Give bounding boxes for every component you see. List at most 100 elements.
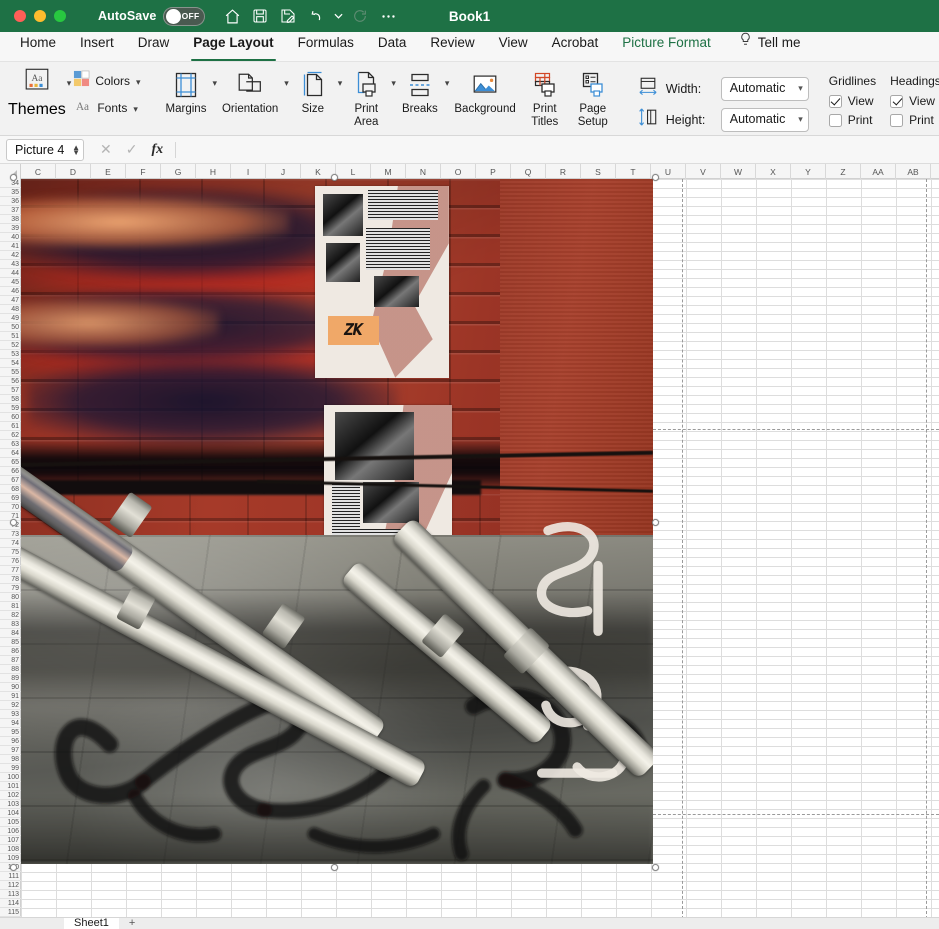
row-header[interactable]: 38 [0, 215, 21, 224]
sheet-tab-sheet1[interactable]: Sheet1 [64, 918, 119, 929]
row-header[interactable]: 89 [0, 674, 21, 683]
margins-button[interactable]: Margins ▾ [161, 66, 217, 118]
row-header[interactable]: 46 [0, 287, 21, 296]
row-header[interactable]: 74 [0, 539, 21, 548]
row-header[interactable]: 45 [0, 278, 21, 287]
tab-picture-format[interactable]: Picture Format [610, 31, 723, 61]
row-header[interactable]: 65 [0, 458, 21, 467]
tab-acrobat[interactable]: Acrobat [540, 31, 611, 61]
spreadsheet-grid[interactable]: ZK C D E F G H I J K L M N O P Q R S T U… [0, 164, 939, 929]
column-header[interactable]: U [651, 164, 686, 179]
row-header[interactable]: 50 [0, 323, 21, 332]
row-header[interactable]: 59 [0, 404, 21, 413]
row-header[interactable]: 83 [0, 620, 21, 629]
column-header[interactable]: N [406, 164, 441, 179]
row-header[interactable]: 80 [0, 593, 21, 602]
save-icon[interactable] [247, 3, 273, 29]
tab-review[interactable]: Review [418, 31, 486, 61]
row-header[interactable]: 68 [0, 485, 21, 494]
row-header[interactable]: 58 [0, 395, 21, 404]
row-header[interactable]: 66 [0, 467, 21, 476]
home-icon[interactable] [219, 3, 245, 29]
row-header[interactable]: 37 [0, 206, 21, 215]
picture-object[interactable]: ZK [15, 179, 653, 864]
row-header[interactable]: 88 [0, 665, 21, 674]
tab-data[interactable]: Data [366, 31, 419, 61]
row-header[interactable]: 34 [0, 179, 21, 188]
select-all-corner[interactable] [0, 164, 21, 179]
row-header[interactable]: 82 [0, 611, 21, 620]
row-header[interactable]: 69 [0, 494, 21, 503]
maximize-window-button[interactable] [54, 10, 66, 22]
row-header[interactable]: 95 [0, 728, 21, 737]
add-sheet-button[interactable]: + [121, 918, 143, 929]
column-header[interactable]: AA [861, 164, 896, 179]
row-header[interactable]: 115 [0, 908, 21, 917]
column-header[interactable]: G [161, 164, 196, 179]
row-header[interactable]: 87 [0, 656, 21, 665]
column-header[interactable]: C [21, 164, 56, 179]
column-header[interactable]: D [56, 164, 91, 179]
minimize-window-button[interactable] [34, 10, 46, 22]
row-header[interactable]: 62 [0, 431, 21, 440]
column-header[interactable]: I [231, 164, 266, 179]
row-header[interactable]: 76 [0, 557, 21, 566]
row-header[interactable]: 49 [0, 314, 21, 323]
tab-page-layout[interactable]: Page Layout [181, 31, 285, 61]
row-header[interactable]: 85 [0, 638, 21, 647]
row-header[interactable]: 52 [0, 341, 21, 350]
column-header[interactable]: F [126, 164, 161, 179]
row-header[interactable]: 35 [0, 188, 21, 197]
tab-draw[interactable]: Draw [126, 31, 182, 61]
column-header[interactable]: H [196, 164, 231, 179]
gridlines-print-checkbox-box[interactable] [828, 113, 842, 127]
column-header[interactable]: T [616, 164, 651, 179]
background-button[interactable]: Background [449, 66, 520, 118]
themes-button[interactable]: Aa Themes [8, 66, 66, 119]
row-header[interactable]: 72 [0, 521, 21, 530]
headings-view-checkbox-box[interactable] [890, 94, 904, 108]
row-header[interactable]: 48 [0, 305, 21, 314]
row-header[interactable]: 47 [0, 296, 21, 305]
row-header[interactable]: 113 [0, 890, 21, 899]
row-header[interactable]: 93 [0, 710, 21, 719]
row-header[interactable]: 71 [0, 512, 21, 521]
fonts-chevron-down-icon[interactable]: ▾ [133, 104, 138, 114]
autosave-control[interactable]: AutoSave OFF [98, 6, 206, 26]
name-box[interactable]: Picture 4 ▲ ▼ [6, 138, 84, 161]
row-header[interactable]: 42 [0, 251, 21, 260]
row-header[interactable]: 94 [0, 719, 21, 728]
row-header[interactable]: 100 [0, 773, 21, 782]
column-header[interactable]: K [301, 164, 336, 179]
row-header[interactable]: 64 [0, 449, 21, 458]
row-header[interactable]: 39 [0, 224, 21, 233]
column-header[interactable]: X [756, 164, 791, 179]
row-header[interactable]: 43 [0, 260, 21, 269]
column-header[interactable]: O [441, 164, 476, 179]
size-button[interactable]: Size ▾ [289, 66, 342, 118]
column-header[interactable]: R [546, 164, 581, 179]
row-header[interactable]: 107 [0, 836, 21, 845]
row-header[interactable]: 60 [0, 413, 21, 422]
row-header[interactable]: 54 [0, 359, 21, 368]
themes-chevron-down-icon[interactable]: ▾ [67, 79, 72, 88]
undo-icon[interactable] [303, 3, 329, 29]
confirm-entry-icon[interactable]: ✓ [126, 141, 138, 158]
row-header[interactable]: 63 [0, 440, 21, 449]
row-header[interactable]: 98 [0, 755, 21, 764]
tab-formulas[interactable]: Formulas [286, 31, 366, 61]
tab-home[interactable]: Home [8, 31, 68, 61]
row-header[interactable]: 114 [0, 899, 21, 908]
print-area-button[interactable]: Print Area ▾ [342, 66, 396, 131]
redo-icon[interactable] [347, 3, 373, 29]
row-header[interactable]: 101 [0, 782, 21, 791]
close-window-button[interactable] [14, 10, 26, 22]
row-header[interactable]: 78 [0, 575, 21, 584]
row-header[interactable]: 92 [0, 701, 21, 710]
tab-insert[interactable]: Insert [68, 31, 126, 61]
row-header[interactable]: 90 [0, 683, 21, 692]
column-header[interactable]: Q [511, 164, 546, 179]
row-header[interactable]: 111 [0, 872, 21, 881]
row-header[interactable]: 70 [0, 503, 21, 512]
autosave-toggle[interactable]: OFF [163, 6, 206, 26]
